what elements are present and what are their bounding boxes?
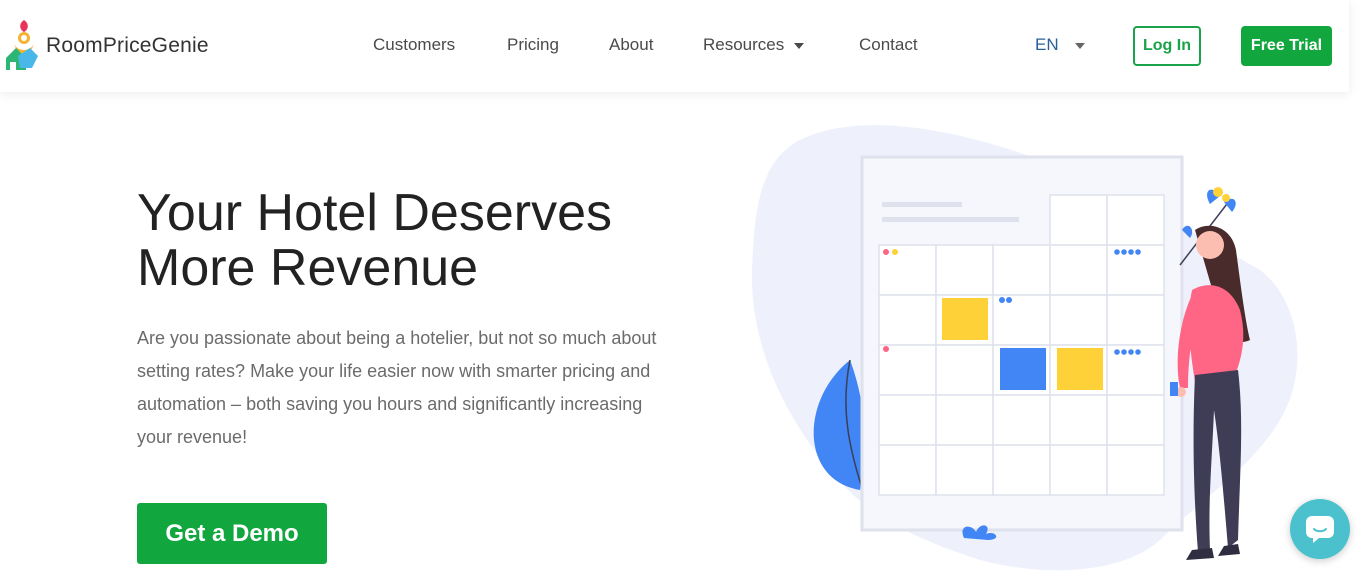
nav-contact[interactable]: Contact [859, 35, 918, 55]
site-header: RoomPriceGenie Customers Pricing About R… [0, 0, 1349, 92]
language-selector[interactable]: EN [1035, 35, 1085, 55]
cell-yellow [942, 298, 988, 340]
nav-about[interactable]: About [609, 35, 653, 55]
calendar-cell [878, 294, 937, 346]
calendar-cell [1049, 394, 1108, 446]
chevron-down-icon [794, 42, 805, 49]
login-button[interactable]: Log In [1133, 26, 1201, 66]
calendar-cell [992, 244, 1051, 296]
calendar-cell [1106, 294, 1165, 346]
cell-blue [1000, 348, 1046, 390]
hero-title: Your Hotel Deserves More Revenue [137, 186, 737, 296]
language-label: EN [1035, 35, 1059, 54]
calendar-cell [1049, 294, 1108, 346]
calendar-cell [935, 344, 994, 396]
calendar-cell [1049, 244, 1108, 296]
logo[interactable]: RoomPriceGenie [2, 18, 209, 74]
calendar-cell [878, 344, 937, 396]
free-trial-button[interactable]: Free Trial [1241, 26, 1332, 66]
calendar-cell [1106, 394, 1165, 446]
nav-resources[interactable]: Resources [703, 35, 805, 55]
chat-button[interactable] [1290, 499, 1350, 559]
chat-bubble-icon [1306, 516, 1334, 543]
cell-yellow [1057, 348, 1103, 390]
nav-resources-label: Resources [703, 35, 785, 54]
nav-customers[interactable]: Customers [373, 35, 455, 55]
calendar-cell [1106, 444, 1165, 496]
chevron-down-icon [1074, 42, 1085, 49]
calendar-cell [878, 444, 937, 496]
calendar-grid [1049, 194, 1165, 246]
logo-text: RoomPriceGenie [46, 34, 209, 57]
calendar-cell [935, 244, 994, 296]
calendar-cell [878, 394, 937, 446]
nav-pricing[interactable]: Pricing [507, 35, 559, 55]
hero-title-line2: More Revenue [137, 239, 479, 297]
calendar-cell [992, 444, 1051, 496]
calendar-cell [935, 394, 994, 446]
genie-logo-icon [6, 20, 38, 70]
calendar-cell [935, 444, 994, 496]
calendar-cell [992, 394, 1051, 446]
calendar-cell [1049, 444, 1108, 496]
hero-title-line1: Your Hotel Deserves [137, 184, 612, 242]
hero-description: Are you passionate about being a hotelie… [137, 328, 657, 447]
hero-illustration [751, 125, 1298, 571]
get-demo-button[interactable]: Get a Demo [137, 503, 327, 564]
